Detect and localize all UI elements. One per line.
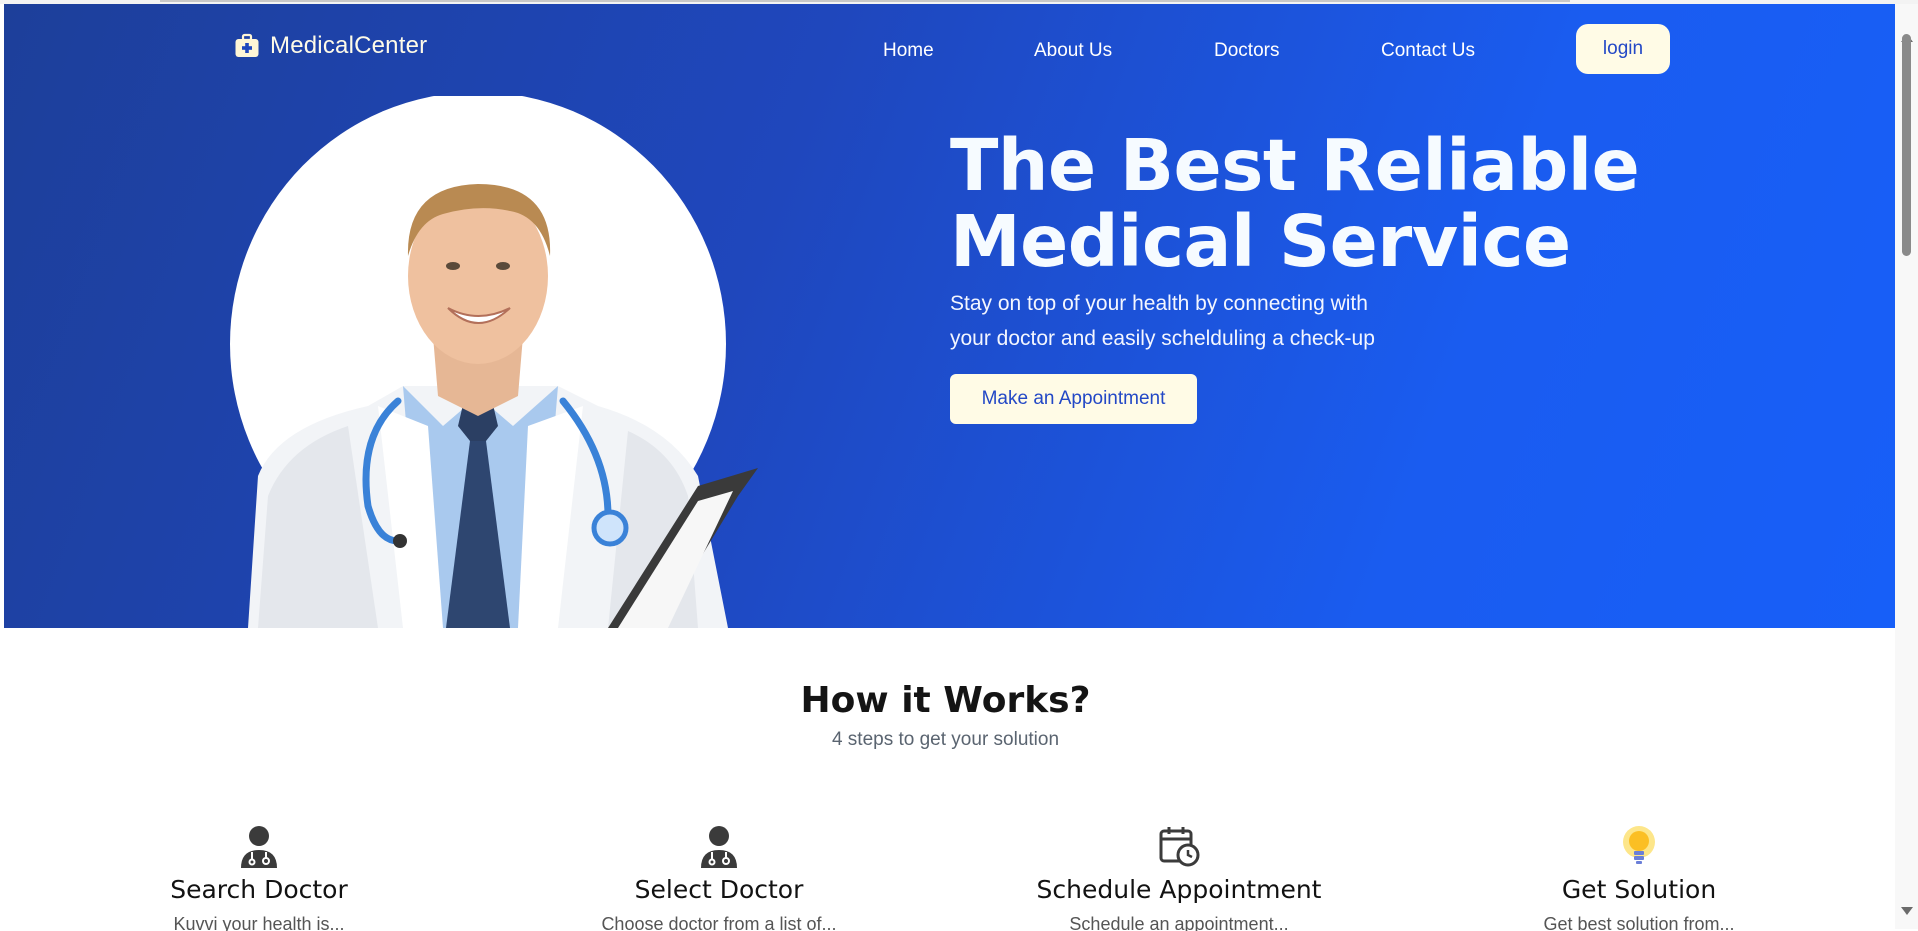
login-button[interactable]: login [1576,24,1670,74]
scroll-thumb[interactable] [1902,34,1911,256]
step-card-get-solution: Get Solution Get best solution from... [1489,824,1789,931]
hero-subtitle: Stay on top of your health by connecting… [950,286,1430,356]
lightbulb-icon [1623,826,1655,864]
step-card-select-doctor: Select Doctor Choose doctor from a list … [569,824,869,931]
nav-contact-us-link[interactable]: Contact Us [1381,40,1475,62]
step-card-search-doctor: Search Doctor Kuvvi your health is... [109,824,409,931]
make-appointment-button[interactable]: Make an Appointment [950,374,1197,424]
hero-title-line-2: Medical Service [950,200,1571,283]
step-description: Kuvvi your health is... [173,914,345,931]
hero-section: MedicalCenter Home About Us Doctors Cont… [4,4,1895,628]
step-description: Schedule an appointment... [1069,914,1289,931]
step-title: Search Doctor [170,875,348,904]
scroll-down-arrow-icon[interactable] [1901,907,1913,915]
hero-title-line-1: The Best Reliable [950,124,1640,207]
hero-subtitle-line-2: your doctor and easily schelduling a che… [950,327,1375,350]
page: MedicalCenter Home About Us Doctors Cont… [0,0,1918,931]
step-title: Schedule Appointment [1036,875,1322,904]
page-scrollbar[interactable] [1895,4,1918,929]
how-it-works-subtitle: 4 steps to get your solution [831,729,1060,750]
how-it-works-title: How it Works? [800,680,1091,721]
step-title: Select Doctor [634,875,804,904]
window-top-line [160,0,1570,2]
step-description: Choose doctor from a list of... [601,914,837,931]
hero-title: The Best Reliable Medical Service [950,128,1650,280]
nav-doctors-link[interactable]: Doctors [1214,40,1279,62]
step-title: Get Solution [1561,875,1717,904]
nav-about-us-link[interactable]: About Us [1034,40,1112,62]
calendar-clock-icon [1159,827,1200,867]
doctor-hero-image [230,96,758,628]
hero-subtitle-line-1: Stay on top of your health by connecting… [950,292,1368,315]
step-description: Get best solution from... [1543,914,1735,931]
doctor-icon [241,826,277,868]
nav-home-link[interactable]: Home [883,40,934,62]
doctor-icon [701,826,737,868]
step-card-schedule-appointment: Schedule Appointment Schedule an appoint… [1029,824,1329,931]
